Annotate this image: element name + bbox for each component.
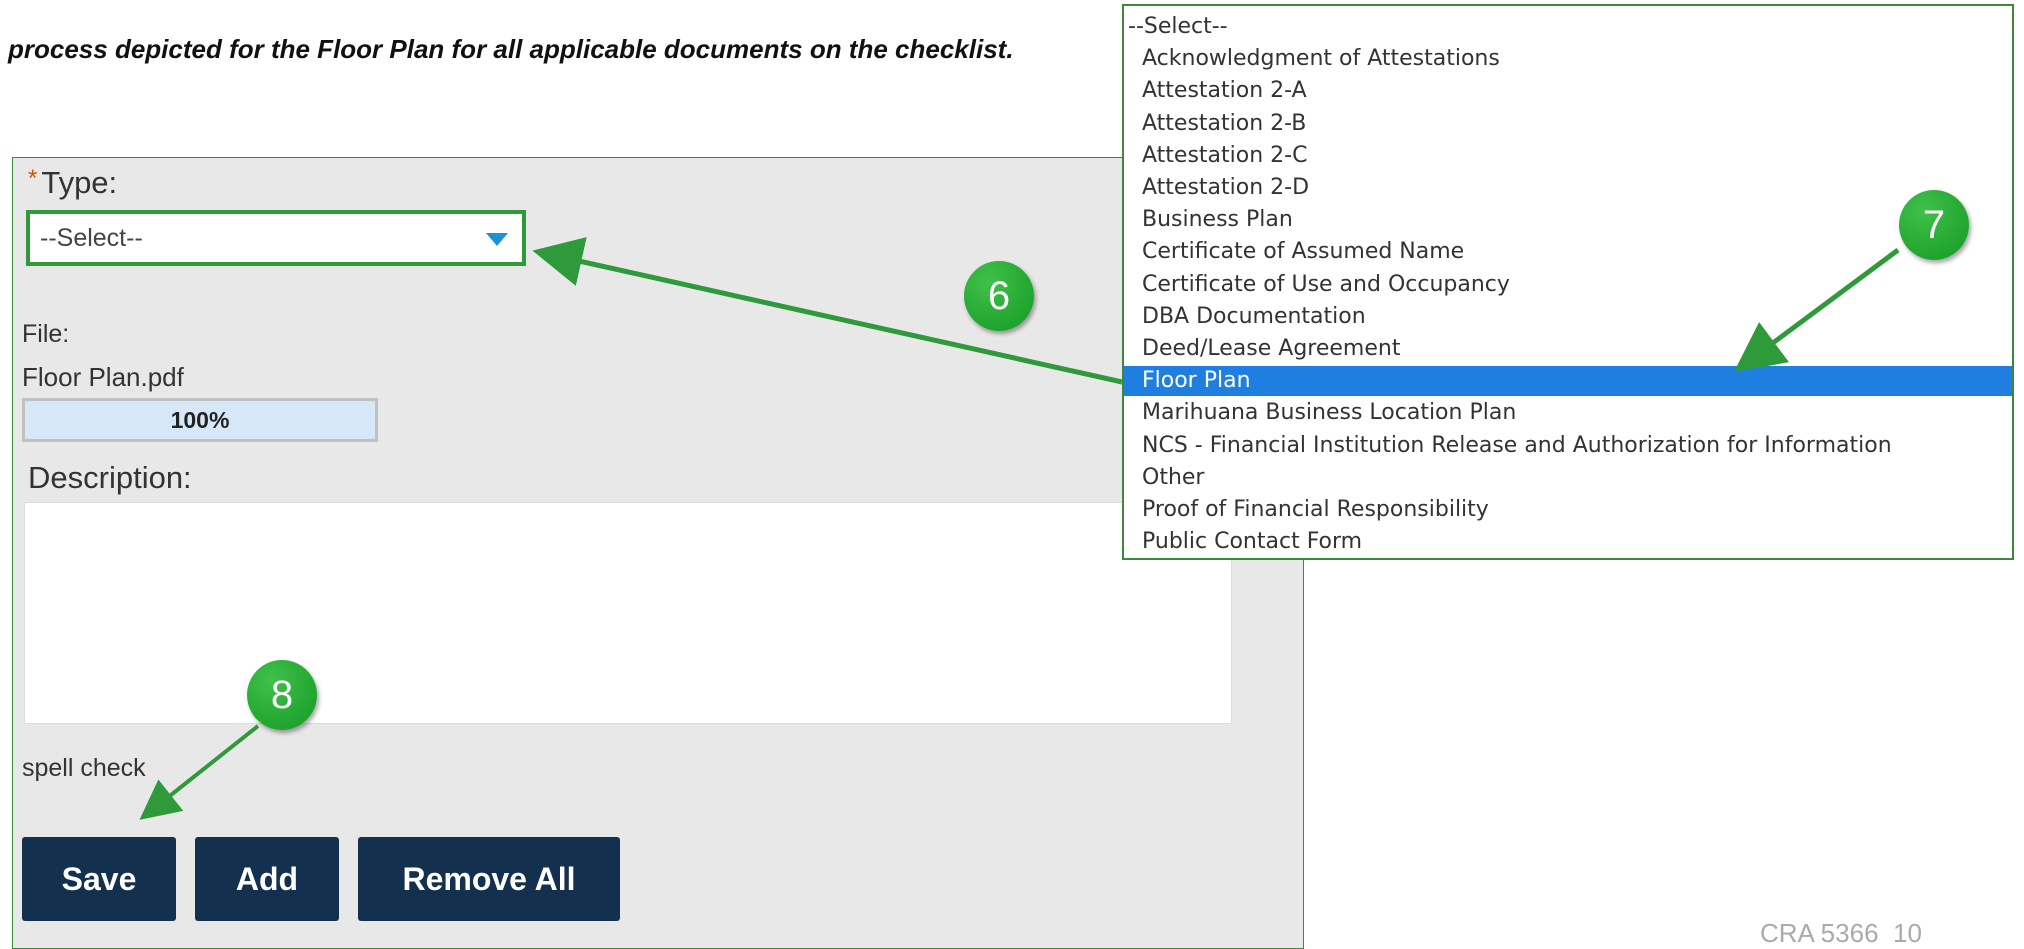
dropdown-option[interactable]: Attestation 2-A [1142, 76, 1307, 106]
callout-badge-7: 7 [1899, 190, 1969, 260]
dropdown-option[interactable]: Deed/Lease Agreement [1142, 334, 1400, 364]
dropdown-option[interactable]: Attestation 2-C [1142, 141, 1307, 171]
dropdown-option[interactable]: Certificate of Assumed Name [1142, 237, 1464, 267]
dropdown-option[interactable]: Marihuana Business Location Plan [1142, 398, 1516, 428]
file-name: Floor Plan.pdf [22, 362, 184, 392]
dropdown-option[interactable]: DBA Documentation [1142, 302, 1366, 332]
type-dropdown-list[interactable]: --Select-- Acknowledgment of Attestations… [1122, 4, 2014, 560]
required-marker: * [28, 165, 38, 192]
dropdown-option[interactable]: Other [1142, 463, 1204, 493]
remove-all-button[interactable]: Remove All [358, 837, 620, 921]
dropdown-option[interactable]: Business Plan [1142, 205, 1293, 235]
chevron-down-icon [486, 233, 508, 246]
description-label: Description: [28, 460, 192, 495]
upload-progress-bar: 100% [22, 398, 378, 442]
callout-badge-6: 6 [964, 261, 1034, 331]
dropdown-option[interactable]: Acknowledgment of Attestations [1142, 44, 1500, 74]
dropdown-option[interactable]: Attestation 2-D [1142, 173, 1309, 203]
upload-progress-text: 100% [170, 407, 230, 433]
type-select-value: --Select-- [40, 223, 143, 252]
dropdown-option[interactable]: Floor Plan [1124, 366, 2012, 397]
dropdown-option[interactable]: Proof of Financial Responsibility [1142, 495, 1489, 525]
type-select[interactable]: --Select-- [26, 210, 526, 266]
dropdown-option[interactable]: Public Contact Form [1142, 527, 1362, 557]
dropdown-option[interactable]: Attestation 2-B [1142, 109, 1306, 139]
spell-check-link[interactable]: spell check [22, 754, 146, 783]
dropdown-option[interactable]: Certificate of Use and Occupancy [1142, 270, 1510, 300]
type-label-text: Type: [41, 165, 118, 200]
page-footer: CRA 5366 10 [1760, 918, 1922, 949]
file-label: File: [22, 320, 70, 348]
dropdown-option[interactable]: --Select-- [1128, 12, 1228, 42]
add-button[interactable]: Add [195, 837, 339, 921]
save-button[interactable]: Save [22, 837, 176, 921]
description-textarea[interactable] [24, 502, 1232, 724]
dropdown-option[interactable]: NCS - Financial Institution Release and … [1142, 431, 1892, 461]
type-label: * Type: [28, 165, 117, 201]
callout-badge-8: 8 [247, 660, 317, 730]
instruction-text: process depicted for the Floor Plan for … [8, 34, 1014, 64]
footer-doc-code: CRA 5366 [1760, 918, 1879, 948]
footer-page-number: 10 [1892, 918, 1922, 948]
